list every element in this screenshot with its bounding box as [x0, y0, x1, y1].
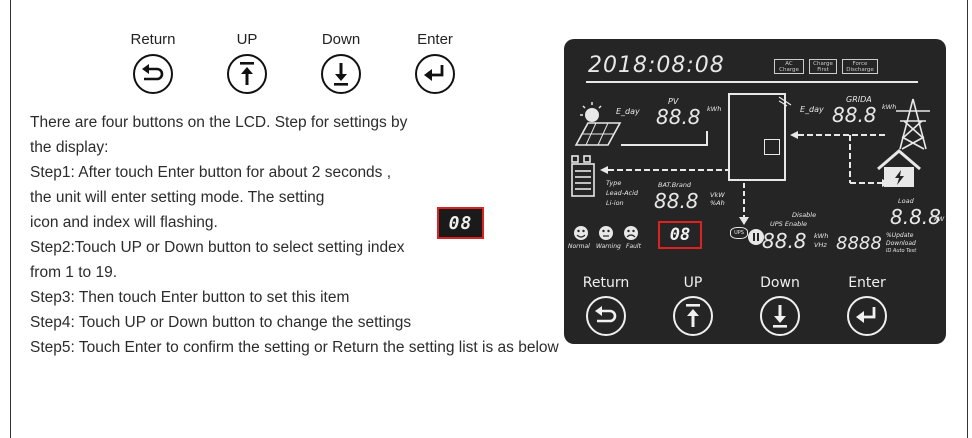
bat-value: 88.8	[654, 189, 699, 213]
enter-arrow-icon	[424, 65, 444, 81]
up-button-legend: UP	[212, 30, 282, 94]
pv-unit: kWh	[707, 105, 722, 113]
button-legend: Return UP Down Enter	[118, 30, 478, 102]
enter-arrow-icon	[856, 307, 876, 323]
ups-flow-line	[739, 183, 749, 225]
down-arrow-icon	[334, 63, 348, 86]
return-arrow-icon	[595, 306, 617, 323]
wifi-icon	[778, 96, 792, 107]
down-label: Down	[321, 31, 361, 48]
update-unit-3: ID Auto Test	[886, 248, 917, 254]
pv-line	[621, 144, 708, 146]
bat-brand: BAT.Brand	[658, 181, 692, 189]
return-label: Return	[130, 31, 176, 48]
grid-eday: E_day	[800, 105, 824, 114]
enter-button[interactable]	[415, 54, 455, 94]
instruction-line: icon and index will flashing.	[30, 214, 218, 231]
instruction-line: Step5: Touch Enter to confirm the settin…	[30, 339, 559, 356]
instruction-line: the unit will enter setting mode. The se…	[30, 189, 325, 206]
bat-type: Type	[606, 179, 622, 187]
return-button-legend: Return	[118, 30, 188, 94]
update-unit-1: %Update	[886, 232, 914, 239]
down-button-legend: Down	[306, 30, 376, 94]
mode-force-discharge: Force Discharge	[842, 59, 878, 74]
pv-line	[706, 131, 708, 145]
down-arrow-icon	[773, 305, 787, 328]
setting-index-value: 08	[448, 212, 473, 234]
lcd-up-label: UP	[683, 275, 703, 291]
return-arrow-icon	[142, 64, 164, 81]
lcd-down-button[interactable]	[760, 296, 800, 336]
up-arrow-icon	[686, 304, 700, 327]
house-icon	[877, 149, 921, 187]
ups-value: 88.8	[762, 229, 807, 253]
load-label: Load	[898, 197, 914, 205]
lcd-return-label: Return	[582, 275, 630, 291]
instruction-line: the display:	[30, 139, 109, 156]
status-normal: Normal	[568, 243, 590, 250]
bat-unit-1: VkW	[710, 191, 725, 199]
update-value: 8888	[836, 233, 882, 254]
battery-icon	[571, 155, 595, 197]
instruction-line: Step1: After touch Enter button for abou…	[30, 164, 392, 181]
status-warning: Warning	[596, 243, 621, 250]
grid-flow-lines	[790, 131, 890, 187]
return-button[interactable]	[133, 54, 173, 94]
lcd-panel: 2018:08:08 AC Charge Charge First Force …	[564, 39, 946, 344]
status-fault: Fault	[626, 243, 641, 250]
up-label: UP	[236, 31, 258, 48]
setting-mode-icon: 08	[437, 207, 484, 239]
lcd-enter-label: Enter	[848, 275, 886, 291]
bat-unit-2: %Ah	[710, 199, 725, 207]
instruction-line: from 1 to 19.	[30, 264, 118, 281]
instruction-line: Step2:Touch UP or Down button to select …	[30, 239, 405, 256]
lcd-enter-button[interactable]	[847, 296, 887, 336]
instruction-line: Step3: Then touch Enter button to set th…	[30, 289, 350, 306]
instruction-line: There are four buttons on the LCD. Step …	[30, 114, 408, 131]
ups-disable: Disable	[792, 211, 817, 219]
status-face-icons	[574, 226, 638, 240]
lcd-return-button[interactable]	[586, 296, 626, 336]
up-button[interactable]	[227, 54, 267, 94]
pv-eday: E_day	[616, 107, 640, 116]
load-unit: kW	[934, 215, 945, 223]
lcd-down-label: Down	[760, 275, 800, 291]
lcd-datetime: 2018:08:08	[588, 53, 725, 78]
bat-type-li: Li-ion	[606, 199, 624, 207]
pv-value: 88.8	[656, 105, 701, 129]
power-tower-icon	[896, 98, 930, 150]
enter-button-legend: Enter	[400, 30, 470, 94]
ups-unit-1: kWh	[814, 232, 829, 240]
ups-unit-2: VHz	[814, 241, 827, 249]
mode-charge-first: Charge First	[809, 59, 837, 74]
update-unit-2: Download	[886, 240, 916, 247]
lcd-up-button[interactable]	[673, 296, 713, 336]
grid-value: 88.8	[832, 103, 877, 127]
down-button[interactable]	[321, 54, 361, 94]
bat-type-lead: Lead-Acid	[606, 189, 639, 197]
setting-index-box: 08	[658, 221, 702, 249]
up-arrow-icon	[240, 62, 254, 85]
header-divider	[586, 81, 918, 83]
setting-index: 08	[669, 225, 691, 245]
ups-enable: UPS Enable	[770, 220, 808, 228]
mode-ac-charge: AC Charge	[774, 59, 804, 74]
battery-flow-line	[600, 166, 730, 174]
enter-label: Enter	[417, 31, 453, 48]
instruction-line: Step4: Touch UP or Down button to change…	[30, 314, 412, 331]
